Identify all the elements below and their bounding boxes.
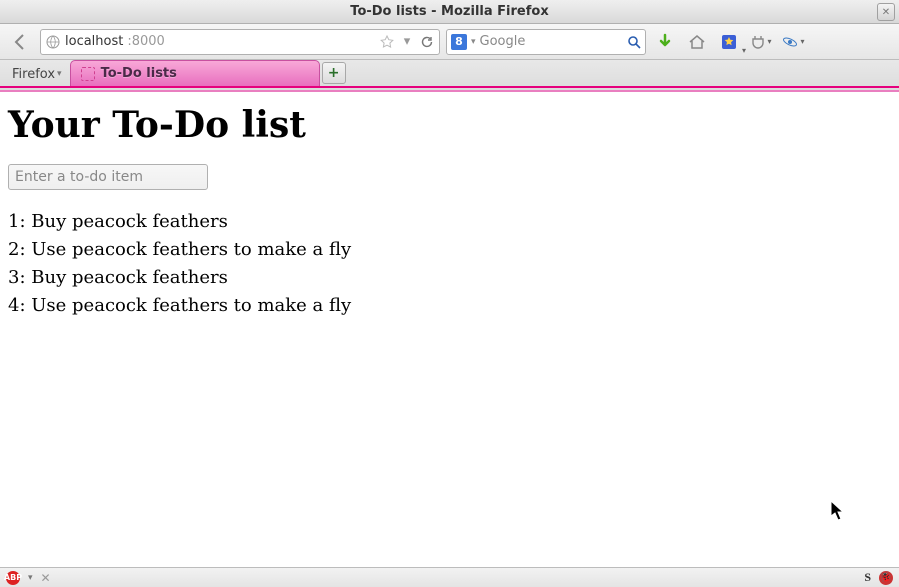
chevron-down-icon: ▾ bbox=[767, 37, 771, 46]
todo-item: 3Buy peacock feathers bbox=[8, 264, 891, 292]
home-icon bbox=[688, 33, 706, 51]
globe-icon bbox=[45, 34, 61, 50]
todo-item-index: 2 bbox=[8, 239, 31, 260]
orbit-icon bbox=[781, 33, 799, 51]
search-bar[interactable]: 8 ▾ Google bbox=[446, 29, 646, 55]
todo-item-index: 3 bbox=[8, 267, 31, 288]
statusbar-s-icon[interactable]: S bbox=[864, 570, 871, 585]
url-bar[interactable]: localhost :8000 ▾ bbox=[40, 29, 440, 55]
window-close-button[interactable]: ✕ bbox=[877, 3, 895, 21]
chevron-down-icon: ▾ bbox=[800, 37, 804, 46]
tab-strip: Firefox ▾ To-Do lists + bbox=[0, 60, 899, 88]
downloads-button[interactable] bbox=[652, 29, 678, 55]
todo-item-index: 4 bbox=[8, 295, 31, 316]
tab-loading-icon bbox=[81, 67, 95, 81]
close-icon: ✕ bbox=[882, 7, 890, 18]
chevron-down-icon: ▾ bbox=[742, 46, 746, 55]
todo-item: 4Use peacock feathers to make a fly bbox=[8, 292, 891, 320]
reload-icon[interactable] bbox=[419, 35, 435, 49]
bookmark-star-icon[interactable] bbox=[379, 35, 395, 49]
todo-item-text: Buy peacock feathers bbox=[31, 267, 228, 288]
bookmarks-button[interactable]: ▾ bbox=[716, 29, 742, 55]
bookmarks-star-icon bbox=[720, 33, 738, 51]
plus-icon: + bbox=[328, 65, 340, 81]
todo-item-index: 1 bbox=[8, 211, 31, 232]
search-icon[interactable] bbox=[627, 35, 641, 49]
tab-todo-lists[interactable]: To-Do lists bbox=[70, 60, 320, 86]
page-content: Your To-Do list 1Buy peacock feathers2Us… bbox=[0, 90, 899, 567]
back-button[interactable] bbox=[8, 29, 34, 55]
url-host: localhost bbox=[65, 34, 123, 49]
browser-toolbar: localhost :8000 ▾ 8 ▾ Google ▾ ▾ ▾ bbox=[0, 24, 899, 60]
todo-item-text: Use peacock feathers to make a fly bbox=[31, 239, 351, 260]
todo-list: 1Buy peacock feathers2Use peacock feathe… bbox=[8, 208, 891, 320]
back-arrow-icon bbox=[11, 32, 31, 52]
new-todo-input[interactable] bbox=[8, 164, 208, 190]
extension-button-2[interactable]: ▾ bbox=[780, 29, 806, 55]
search-engine-badge-icon: 8 bbox=[451, 34, 467, 50]
window-title: To-Do lists - Mozilla Firefox bbox=[350, 4, 548, 19]
chevron-down-icon: ▾ bbox=[57, 69, 62, 79]
search-placeholder: Google bbox=[480, 34, 623, 49]
url-port: :8000 bbox=[127, 34, 164, 49]
tab-label: To-Do lists bbox=[101, 66, 177, 81]
adblock-icon[interactable]: ABP bbox=[6, 571, 20, 585]
status-bar: ABP ▾ ✕ S 🐞 bbox=[0, 567, 899, 587]
firefox-menu-button[interactable]: Firefox ▾ bbox=[4, 62, 70, 86]
firebug-icon[interactable]: 🐞 bbox=[879, 571, 893, 585]
new-tab-button[interactable]: + bbox=[322, 62, 346, 84]
url-dropdown-icon[interactable]: ▾ bbox=[399, 34, 415, 49]
todo-item: 2Use peacock feathers to make a fly bbox=[8, 236, 891, 264]
window-titlebar: To-Do lists - Mozilla Firefox ✕ bbox=[0, 0, 899, 24]
chevron-down-icon[interactable]: ▾ bbox=[28, 573, 33, 583]
search-engine-dropdown-icon[interactable]: ▾ bbox=[471, 37, 476, 47]
todo-item: 1Buy peacock feathers bbox=[8, 208, 891, 236]
todo-item-text: Buy peacock feathers bbox=[31, 211, 228, 232]
statusbar-close-icon[interactable]: ✕ bbox=[41, 571, 51, 585]
page-heading: Your To-Do list bbox=[8, 104, 891, 146]
plug-icon bbox=[750, 34, 766, 50]
extension-button-1[interactable]: ▾ bbox=[748, 29, 774, 55]
todo-item-text: Use peacock feathers to make a fly bbox=[31, 295, 351, 316]
home-button[interactable] bbox=[684, 29, 710, 55]
firefox-menu-label: Firefox bbox=[12, 67, 55, 82]
download-arrow-icon bbox=[656, 33, 674, 51]
